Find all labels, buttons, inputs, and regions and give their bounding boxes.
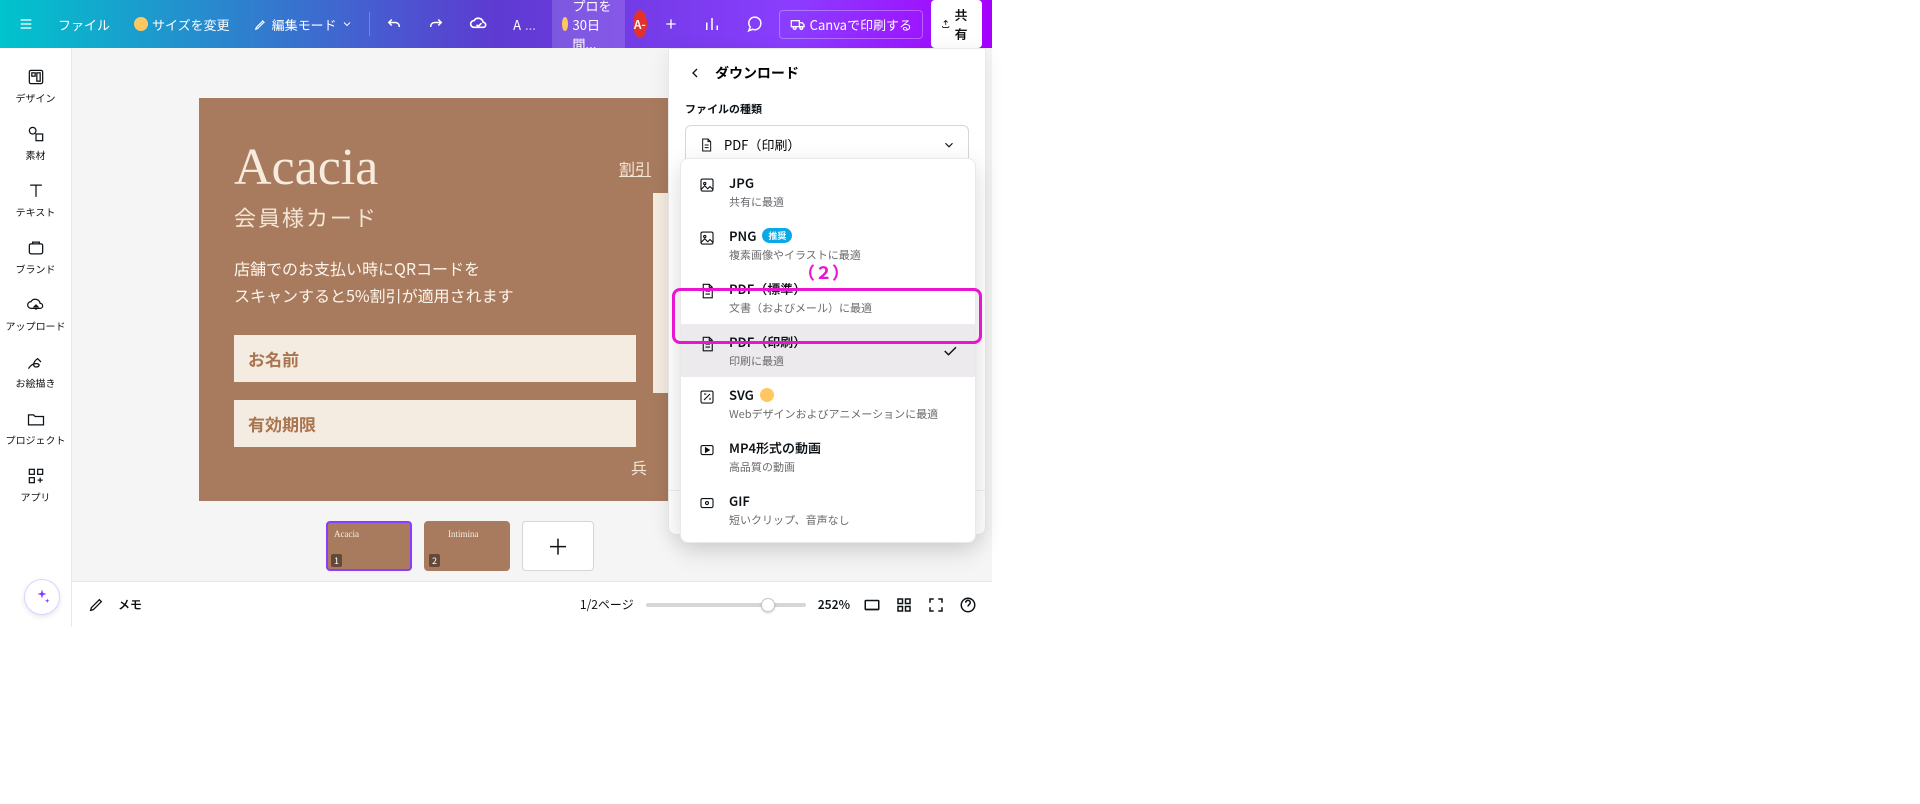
- left-sidebar: デザイン 素材 テキスト ブランド アップロード お絵描き プロジェクト アプリ: [0, 48, 72, 627]
- memo-label[interactable]: メモ: [118, 596, 142, 613]
- add-button[interactable]: [655, 12, 687, 36]
- name-field[interactable]: お名前: [234, 335, 636, 382]
- gif-icon: [697, 493, 717, 513]
- pencil-icon: [254, 17, 268, 31]
- cloud-upload-icon: [25, 294, 47, 316]
- cloud-sync-icon[interactable]: [461, 10, 497, 38]
- analytics-button[interactable]: [695, 11, 729, 37]
- top-toolbar: ファイル サイズを変更 編集モード A ... プロを30日間... A- Ca…: [0, 0, 992, 48]
- view-pages-icon[interactable]: [862, 595, 882, 615]
- print-with-canva-button[interactable]: Canvaで印刷する: [779, 10, 923, 39]
- expiry-field[interactable]: 有効期限: [234, 400, 636, 447]
- thumb-brand: Acacia: [334, 529, 359, 539]
- option-jpg[interactable]: JPG共有に最適: [681, 165, 975, 218]
- sparkle-icon: [33, 588, 51, 606]
- pro-badge-icon: [760, 388, 774, 402]
- slider-knob[interactable]: [761, 598, 775, 612]
- folder-icon: [25, 408, 47, 430]
- thumbnail-page-2[interactable]: Intimina 2: [424, 521, 510, 571]
- file-icon: [697, 334, 717, 354]
- zoom-slider[interactable]: [646, 603, 806, 607]
- page-thumbnails: Acacia 1 Intimina 2 ＋: [326, 521, 594, 571]
- filetype-dropdown: JPG共有に最適 PNG推奨複素画像やイラストに最適 PDF（標準）文書（および…: [680, 158, 976, 543]
- chevron-down-icon: [942, 138, 956, 152]
- image-icon: [697, 175, 717, 195]
- add-page-button[interactable]: ＋: [522, 521, 594, 571]
- card-footer-right[interactable]: 兵: [631, 455, 647, 479]
- resize-button[interactable]: サイズを変更: [126, 11, 238, 38]
- apps-icon: [25, 465, 47, 487]
- video-icon: [697, 440, 717, 460]
- crown-icon: [134, 17, 148, 31]
- magic-button[interactable]: [24, 579, 60, 615]
- sidebar-item-draw[interactable]: お絵描き: [0, 345, 71, 396]
- back-button[interactable]: [685, 63, 705, 83]
- shapes-icon: [25, 123, 47, 145]
- sidebar-item-projects[interactable]: プロジェクト: [0, 402, 71, 453]
- sidebar-item-elements[interactable]: 素材: [0, 117, 71, 168]
- file-menu[interactable]: ファイル: [50, 11, 118, 38]
- design-card[interactable]: Acacia 会員様カード 店舗でのお支払い時にQRコードをスキャンすると5%割…: [199, 98, 671, 501]
- image-icon: [697, 228, 717, 248]
- zoom-value: 252%: [818, 596, 850, 613]
- sidebar-item-brand[interactable]: ブランド: [0, 231, 71, 282]
- option-pdf-print[interactable]: PDF（印刷）印刷に最適: [681, 324, 975, 377]
- fullscreen-icon[interactable]: [926, 595, 946, 615]
- sidebar-item-design[interactable]: デザイン: [0, 60, 71, 111]
- grid-view-icon[interactable]: [894, 595, 914, 615]
- crown-icon: [562, 17, 569, 31]
- edit-mode-button[interactable]: 編集モード: [246, 11, 361, 38]
- bottom-bar: メモ 1/2ページ 252%: [72, 581, 992, 627]
- sidebar-item-apps[interactable]: アプリ: [0, 459, 71, 510]
- file-icon: [698, 137, 714, 153]
- undo-button[interactable]: [377, 11, 411, 37]
- template-icon: [25, 66, 47, 88]
- thumbnail-page-1[interactable]: Acacia 1: [326, 521, 412, 571]
- chevron-down-icon: [341, 18, 353, 30]
- document-name[interactable]: A ...: [505, 11, 544, 38]
- recommended-badge: 推奨: [762, 228, 792, 243]
- sidebar-item-upload[interactable]: アップロード: [0, 288, 71, 339]
- check-icon: [941, 342, 959, 360]
- thumb-brand: Intimina: [448, 529, 479, 539]
- upload-icon: [941, 17, 950, 31]
- draw-icon: [25, 351, 47, 373]
- page-counter: 1/2ページ: [580, 596, 634, 613]
- card-brand[interactable]: Acacia: [234, 138, 636, 197]
- card-description[interactable]: 店舗でのお支払い時にQRコードをスキャンすると5%割引が適用されます: [234, 255, 636, 309]
- share-button[interactable]: 共有: [931, 0, 982, 48]
- card-subtitle[interactable]: 会員様カード: [234, 201, 636, 233]
- option-mp4[interactable]: MP4形式の動画高品質の動画: [681, 430, 975, 483]
- redo-button[interactable]: [419, 11, 453, 37]
- file-icon: [697, 281, 717, 301]
- help-icon[interactable]: [958, 595, 978, 615]
- brand-icon: [25, 237, 47, 259]
- text-icon: [25, 180, 47, 202]
- option-gif[interactable]: GIF短いクリップ、音声なし: [681, 483, 975, 536]
- menu-button[interactable]: [10, 8, 42, 40]
- comment-button[interactable]: [737, 11, 771, 37]
- annotation-label: （２）: [798, 259, 849, 284]
- discount-label[interactable]: 割引: [619, 156, 651, 180]
- option-svg[interactable]: SVGWebデザインおよびアニメーションに最適: [681, 377, 975, 430]
- avatar[interactable]: A-: [633, 10, 647, 38]
- truck-icon: [790, 16, 806, 32]
- filetype-label: ファイルの種類: [685, 101, 969, 117]
- memo-icon[interactable]: [86, 595, 106, 615]
- page-number: 2: [429, 554, 440, 567]
- page-number: 1: [331, 554, 342, 567]
- svg-icon: [697, 387, 717, 407]
- panel-title: ダウンロード: [715, 63, 799, 83]
- selected-filetype: PDF（印刷）: [724, 135, 800, 154]
- sidebar-item-text[interactable]: テキスト: [0, 174, 71, 225]
